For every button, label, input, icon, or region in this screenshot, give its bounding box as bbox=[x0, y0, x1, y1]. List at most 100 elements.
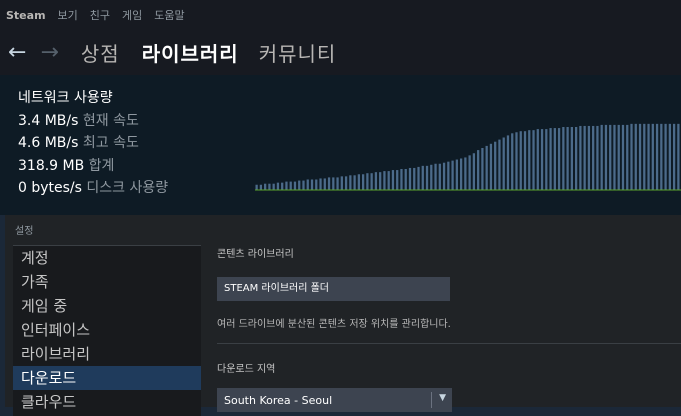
graph-bar bbox=[604, 124, 608, 190]
graph-bar bbox=[408, 167, 412, 190]
graph-bar bbox=[464, 157, 467, 190]
graph-bar bbox=[302, 180, 305, 190]
graph-bar bbox=[306, 179, 309, 190]
disk-label: 디스크 사용량 bbox=[86, 180, 169, 196]
graph-bar bbox=[293, 181, 297, 190]
graph-bar bbox=[630, 123, 633, 190]
menu-games[interactable]: 게임 bbox=[122, 7, 142, 23]
graph-bar bbox=[438, 163, 441, 190]
peak-speed-value: 4.6 MB/s bbox=[18, 135, 79, 151]
graph-bar bbox=[477, 150, 480, 190]
network-heading: 네트워크 사용량 bbox=[18, 90, 113, 106]
download-panel: 네트워크 사용량 3.4 MB/s 현재 속도 4.6 MB/s 최고 속도 3… bbox=[0, 75, 681, 215]
download-region-heading: 다운로드 지역 bbox=[217, 364, 276, 375]
graph-bar bbox=[660, 123, 663, 190]
graph-bar bbox=[596, 125, 599, 190]
graph-bar bbox=[617, 124, 620, 190]
settings-title: 설정 bbox=[15, 226, 34, 237]
content-library-heading: 콘텐츠 라이브러리 bbox=[217, 249, 294, 260]
graph-bar bbox=[413, 167, 416, 190]
graph-bar bbox=[285, 181, 288, 190]
graph-bar bbox=[344, 176, 348, 190]
sidebar-item-account[interactable]: 계정 bbox=[13, 246, 201, 270]
menu-help[interactable]: 도움말 bbox=[154, 7, 184, 23]
graph-bar bbox=[579, 125, 582, 190]
graph-bar bbox=[353, 175, 356, 190]
graph-bar bbox=[315, 179, 318, 190]
disk-value: 0 bytes/s bbox=[18, 180, 82, 196]
chevron-down-icon[interactable]: ▼ bbox=[439, 393, 446, 403]
menu-view[interactable]: 보기 bbox=[58, 7, 78, 23]
graph-bar bbox=[613, 124, 616, 190]
graph-bar bbox=[425, 165, 429, 190]
graph-bar bbox=[404, 169, 407, 190]
menu-bar: Steam 보기 친구 게임 도움말 bbox=[0, 0, 681, 30]
graph-bar bbox=[323, 178, 326, 190]
graph-bar bbox=[523, 131, 527, 190]
sidebar-item-library[interactable]: 라이브러리 bbox=[13, 342, 201, 366]
menu-friends[interactable]: 친구 bbox=[90, 7, 110, 23]
peak-speed-label: 최고 속도 bbox=[82, 135, 139, 151]
disk-row: 0 bytes/s 디스크 사용량 bbox=[18, 177, 168, 200]
graph-bar bbox=[272, 183, 275, 190]
graph-bar bbox=[575, 127, 578, 190]
sidebar-item-in-game[interactable]: 게임 중 bbox=[13, 294, 201, 318]
graph-bar bbox=[430, 164, 433, 190]
graph-bar bbox=[421, 165, 424, 190]
tab-store[interactable]: 상점 bbox=[81, 38, 120, 67]
graph-bar bbox=[396, 170, 399, 190]
graph-bar bbox=[485, 145, 488, 190]
graph-bar bbox=[643, 123, 646, 190]
graph-bar bbox=[357, 174, 360, 190]
forward-arrow-icon[interactable]: → bbox=[40, 40, 58, 65]
graph-bar bbox=[609, 124, 612, 190]
graph-bar bbox=[417, 166, 420, 190]
download-region-select[interactable]: South Korea - Seoul ▼ bbox=[217, 388, 452, 412]
sidebar-item-interface[interactable]: 인터페이스 bbox=[13, 318, 201, 342]
graph-bar bbox=[481, 148, 484, 190]
network-stats: 네트워크 사용량 3.4 MB/s 현재 속도 4.6 MB/s 최고 속도 3… bbox=[18, 87, 168, 200]
graph-bar bbox=[370, 173, 373, 190]
graph-bar bbox=[600, 124, 603, 190]
graph-bar bbox=[540, 129, 544, 190]
graph-bar bbox=[298, 180, 301, 190]
graph-bar bbox=[664, 123, 667, 190]
graph-bar bbox=[638, 123, 642, 190]
graph-bar bbox=[455, 159, 458, 190]
settings-sidebar: 계정 가족 게임 중 인터페이스 라이브러리 다운로드 클라우드 bbox=[13, 245, 201, 416]
total-label: 합계 bbox=[88, 157, 115, 174]
graph-bar bbox=[626, 124, 629, 190]
graph-bar bbox=[434, 163, 437, 190]
tab-community[interactable]: 커뮤니티 bbox=[259, 38, 337, 67]
graph-bar bbox=[494, 141, 497, 190]
graph-bar bbox=[255, 184, 258, 190]
sidebar-item-downloads[interactable]: 다운로드 bbox=[13, 366, 201, 390]
graph-bar bbox=[587, 125, 591, 190]
graph-bar bbox=[557, 128, 561, 190]
back-arrow-icon[interactable]: ← bbox=[8, 40, 26, 65]
graph-bar bbox=[562, 127, 565, 190]
content-library-description: 여러 드라이브에 분산된 콘텐츠 저장 위치를 관리합니다. bbox=[217, 319, 451, 330]
graph-bar bbox=[498, 139, 501, 190]
graph-bar bbox=[592, 125, 595, 190]
graph-bar bbox=[647, 123, 650, 190]
graph-bar bbox=[515, 132, 518, 190]
settings-content: 콘텐츠 라이브러리 STEAM 라이브러리 폴더 여러 드라이브에 분산된 콘텐… bbox=[217, 245, 681, 412]
graph-bar bbox=[553, 128, 556, 190]
graph-bar bbox=[281, 182, 284, 190]
graph-bar bbox=[259, 184, 263, 190]
graph-bar bbox=[268, 183, 271, 190]
graph-bar bbox=[655, 123, 659, 190]
tab-library[interactable]: 라이브러리 bbox=[142, 38, 239, 67]
current-speed-value: 3.4 MB/s bbox=[18, 112, 79, 129]
sidebar-item-cloud[interactable]: 클라우드 bbox=[13, 390, 201, 414]
menu-steam[interactable]: Steam bbox=[6, 9, 46, 22]
current-speed-label: 현재 속도 bbox=[82, 112, 139, 129]
sidebar-item-family[interactable]: 가족 bbox=[13, 270, 201, 294]
graph-bar bbox=[332, 177, 335, 190]
select-separator bbox=[431, 392, 432, 408]
graph-bar bbox=[621, 124, 625, 190]
steam-library-folders-button[interactable]: STEAM 라이브러리 폴더 bbox=[217, 277, 450, 301]
graph-bar bbox=[511, 133, 514, 190]
graph-bar bbox=[506, 135, 510, 190]
